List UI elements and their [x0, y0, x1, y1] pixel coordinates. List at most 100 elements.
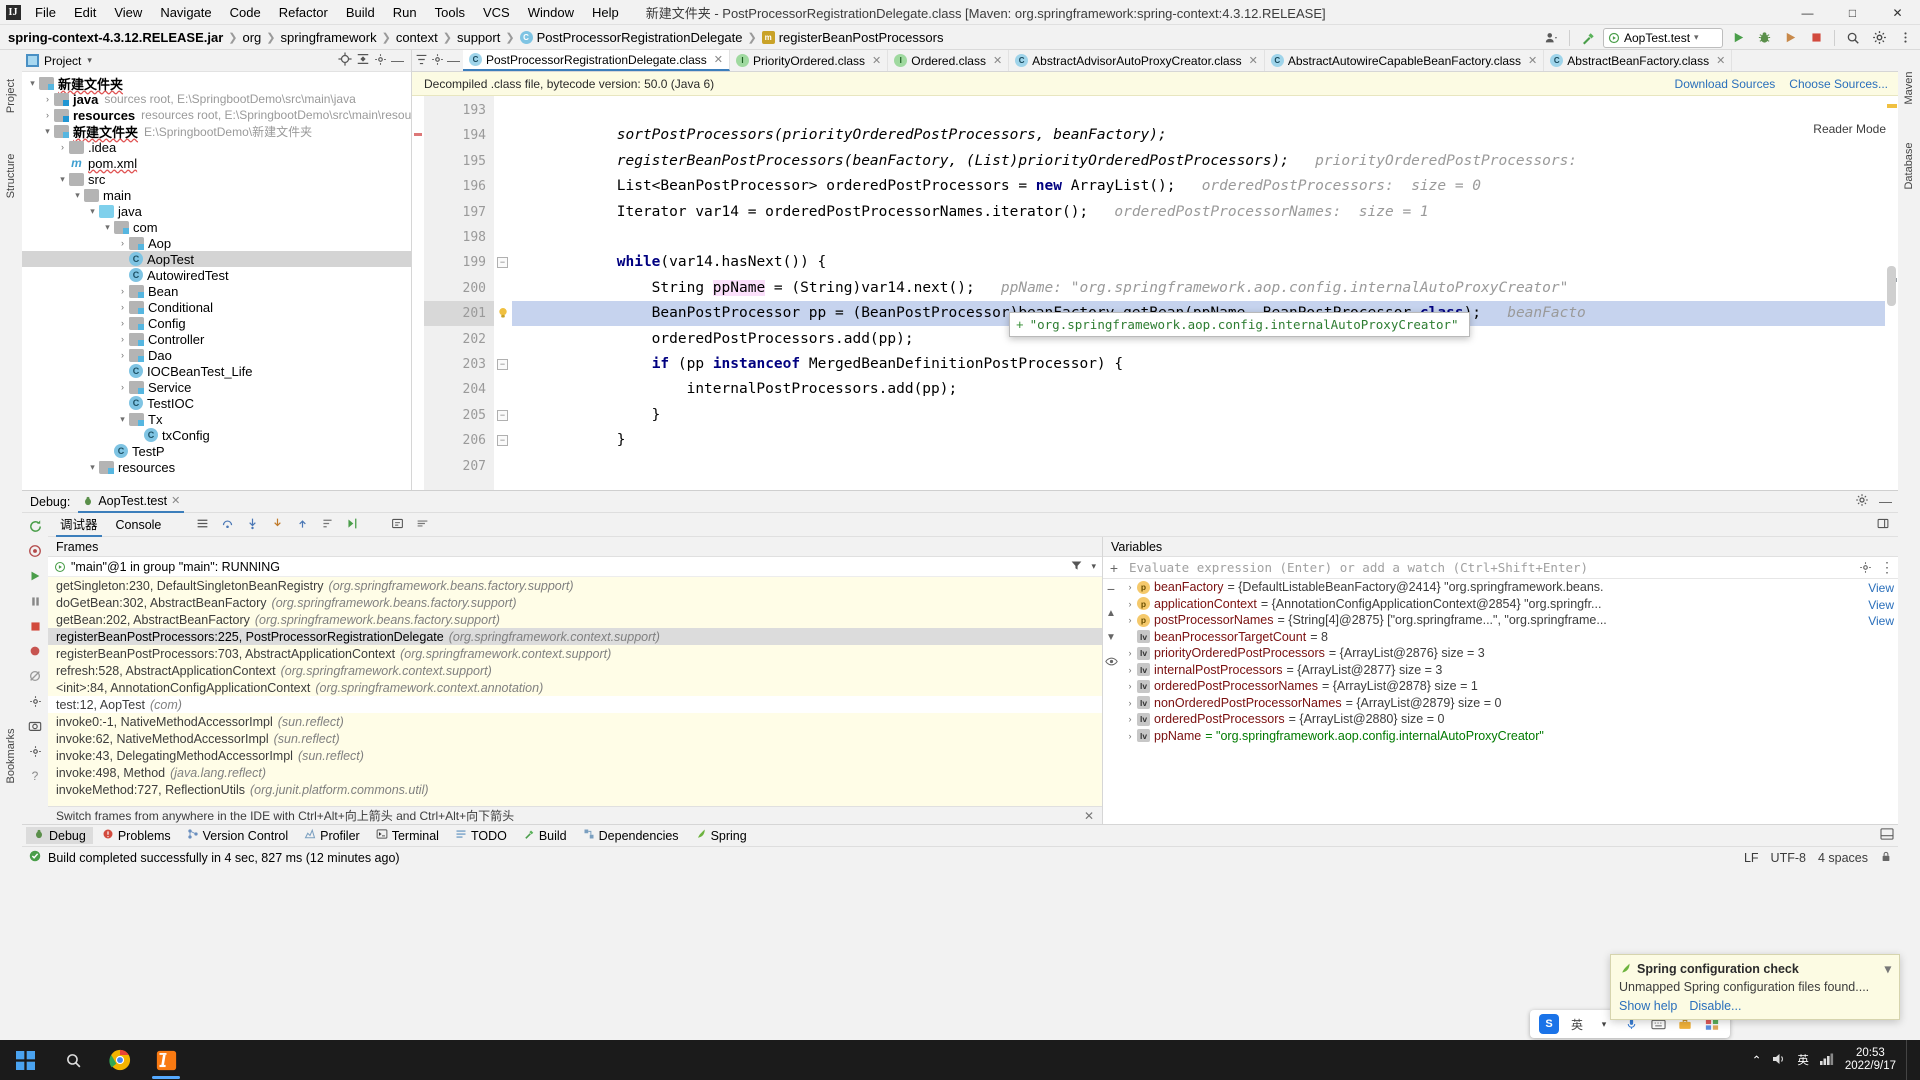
- breadcrumb-springframework[interactable]: springframework: [281, 30, 377, 45]
- expand-arrow-open-icon[interactable]: ▾: [26, 78, 39, 89]
- expand-arrow-closed-icon[interactable]: ›: [116, 238, 129, 248]
- rerun-icon[interactable]: [26, 517, 44, 535]
- tree-node[interactable]: m pom.xml: [22, 155, 411, 171]
- line-number[interactable]: 196: [463, 174, 486, 199]
- line-number[interactable]: 198: [463, 225, 486, 250]
- code-line[interactable]: internalPostProcessors.add(pp);: [512, 377, 958, 402]
- tree-node[interactable]: › Dao: [22, 347, 411, 363]
- tool-strip-todo[interactable]: TODO: [448, 827, 514, 844]
- variable-row[interactable]: › lv internalPostProcessors = {ArrayList@28…: [1119, 662, 1898, 679]
- step-into-icon[interactable]: [245, 517, 260, 533]
- view-value-link[interactable]: View: [1868, 581, 1894, 595]
- code-line[interactable]: Iterator var14 = orderedPostProcessorNam…: [512, 200, 1429, 225]
- variable-row[interactable]: › lv priorityOrderedPostProcessors = {Array…: [1119, 645, 1898, 662]
- editor-tab[interactable]: I PriorityOrdered.class ✕: [730, 50, 889, 71]
- expand-arrow-open-icon[interactable]: ▾: [86, 206, 99, 217]
- line-number[interactable]: 199: [463, 250, 486, 275]
- rail-maven-button[interactable]: Maven: [1903, 71, 1915, 104]
- trace-settings-icon[interactable]: [415, 517, 430, 533]
- camera-icon[interactable]: [26, 717, 44, 735]
- tab-console[interactable]: Console: [112, 516, 166, 534]
- stack-frame-row[interactable]: test:12, AopTest (com): [48, 696, 1102, 713]
- line-number[interactable]: 207: [463, 454, 486, 479]
- breadcrumb-org[interactable]: org: [243, 30, 262, 45]
- taskbar-idea-icon[interactable]: [144, 1040, 188, 1080]
- editor-tab-bar[interactable]: — C PostProcessorRegistrationDelegate.clas…: [412, 50, 1898, 72]
- variable-row[interactable]: lv beanProcessorTargetCount = 8: [1119, 629, 1898, 646]
- stop-button[interactable]: [1805, 27, 1827, 48]
- tree-node[interactable]: ▾ 新建文件夹 E:\SpringbootDemo\新建文件夹: [22, 123, 411, 140]
- modify-run-config-icon[interactable]: [26, 542, 44, 560]
- rail-project-button[interactable]: Project: [5, 79, 17, 113]
- taskbar-chrome-icon[interactable]: [98, 1040, 142, 1080]
- expand-arrow-closed-icon[interactable]: ›: [116, 286, 129, 296]
- line-number[interactable]: 204: [463, 377, 486, 402]
- code-viewport[interactable]: Reader Mode 193 194 195 196 197 198 199 200 201 2…: [412, 96, 1898, 490]
- tray-volume-icon[interactable]: [1771, 1052, 1787, 1069]
- tool-strip-profiler[interactable]: Profiler: [297, 827, 367, 844]
- taskbar-search-icon[interactable]: [50, 1040, 96, 1080]
- stack-frame-row[interactable]: invoke:43, DelegatingMethodAccessorImpl (…: [48, 747, 1102, 764]
- expand-arrow-closed-icon[interactable]: ›: [116, 382, 129, 392]
- maximize-button[interactable]: □: [1830, 0, 1875, 25]
- intention-bulb-icon[interactable]: [496, 306, 510, 320]
- editor-tab[interactable]: C AbstractBeanFactory.class ✕: [1544, 50, 1733, 71]
- layout-settings-icon[interactable]: [26, 742, 44, 760]
- tab-debugger[interactable]: 调试器: [56, 512, 102, 537]
- warning-stripe[interactable]: [1887, 104, 1897, 108]
- stack-frame-row[interactable]: registerBeanPostProcessors:225, PostProc…: [48, 628, 1102, 645]
- pane-settings-icon[interactable]: [374, 53, 387, 69]
- vars-more-icon[interactable]: ⋮: [1876, 557, 1898, 579]
- code-line[interactable]: }: [512, 403, 661, 428]
- layout-list-icon[interactable]: [195, 517, 210, 533]
- line-number[interactable]: 206: [463, 428, 486, 453]
- show-help-link[interactable]: Show help: [1619, 999, 1677, 1013]
- expand-arrow-closed-icon[interactable]: ›: [41, 110, 54, 120]
- minimize-button[interactable]: —: [1785, 0, 1830, 25]
- menu-help[interactable]: Help: [583, 0, 628, 25]
- close-tab-icon[interactable]: ✕: [1716, 54, 1725, 67]
- rail-structure-button[interactable]: Structure: [5, 154, 17, 199]
- evaluate-expression-icon[interactable]: [390, 517, 405, 533]
- stack-frame-row[interactable]: registerBeanPostProcessors:703, Abstract…: [48, 645, 1102, 662]
- expand-arrow-closed-icon[interactable]: ›: [56, 142, 69, 152]
- tray-expand-icon[interactable]: ⌃: [1752, 1053, 1762, 1067]
- line-number[interactable]: 195: [463, 149, 486, 174]
- mute-breakpoints-icon[interactable]: [26, 667, 44, 685]
- expand-arrow-closed-icon[interactable]: ›: [1123, 582, 1137, 592]
- stack-frame-row[interactable]: refresh:528, AbstractApplicationContext (…: [48, 662, 1102, 679]
- expand-arrow-closed-icon[interactable]: ›: [116, 318, 129, 328]
- build-hammer-icon[interactable]: [1577, 27, 1599, 48]
- tree-node[interactable]: › Config: [22, 315, 411, 331]
- disable-link[interactable]: Disable...: [1689, 999, 1741, 1013]
- line-number[interactable]: 197: [463, 200, 486, 225]
- resume-program-icon[interactable]: [26, 567, 44, 585]
- editor-tab[interactable]: I Ordered.class ✕: [888, 50, 1010, 71]
- tree-node[interactable]: › Service: [22, 379, 411, 395]
- search-everywhere-icon[interactable]: [1842, 27, 1864, 48]
- expand-arrow-closed-icon[interactable]: ›: [41, 94, 54, 104]
- stack-frame-row[interactable]: invoke0:-1, NativeMethodAccessorImpl (sun…: [48, 713, 1102, 730]
- help-icon[interactable]: ?: [26, 767, 44, 785]
- tool-strip-problems[interactable]: Problems: [95, 827, 178, 844]
- menu-tools[interactable]: Tools: [426, 0, 474, 25]
- menu-run[interactable]: Run: [384, 0, 426, 25]
- lock-icon[interactable]: [1880, 850, 1892, 866]
- collapse-all-icon[interactable]: [356, 52, 370, 69]
- tree-node[interactable]: ▾ com: [22, 219, 411, 235]
- reader-mode-label[interactable]: Reader Mode: [1813, 122, 1886, 136]
- tree-node[interactable]: C TestIOC: [22, 395, 411, 411]
- vars-settings-icon[interactable]: [1854, 557, 1876, 579]
- chevron-down-icon[interactable]: ▾: [1885, 961, 1891, 976]
- settings-icon[interactable]: [26, 692, 44, 710]
- menu-refactor[interactable]: Refactor: [270, 0, 337, 25]
- tool-window-layout-icon[interactable]: [1880, 828, 1894, 843]
- expand-arrow-open-icon[interactable]: ▾: [41, 126, 54, 137]
- expand-arrow-closed-icon[interactable]: ›: [1123, 714, 1137, 724]
- fold-region-icon[interactable]: −: [497, 409, 508, 421]
- vcs-user-icon[interactable]: [1540, 27, 1562, 48]
- tree-node[interactable]: ▾ resources: [22, 459, 411, 475]
- close-tab-icon[interactable]: ✕: [993, 54, 1002, 67]
- close-tab-icon[interactable]: ✕: [714, 53, 723, 66]
- variable-row[interactable]: › lv ppName = "org.springframework.aop.conf…: [1119, 728, 1898, 745]
